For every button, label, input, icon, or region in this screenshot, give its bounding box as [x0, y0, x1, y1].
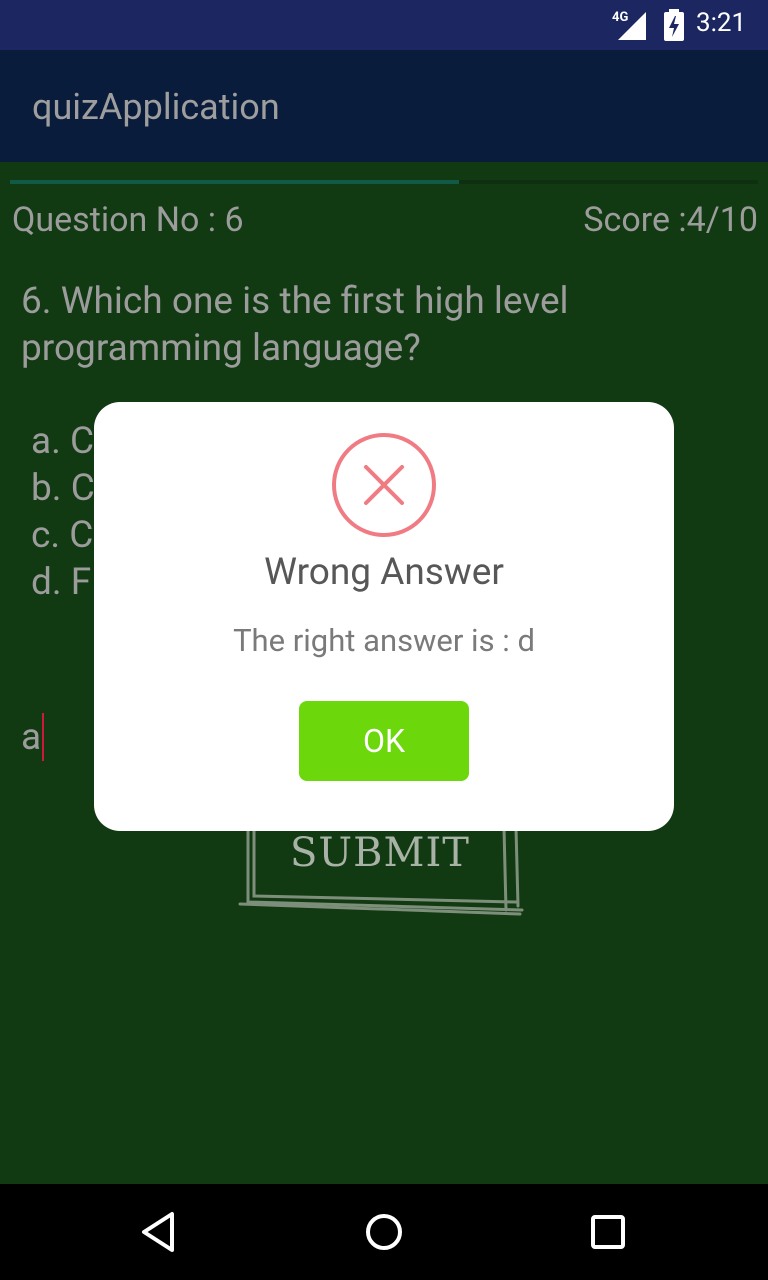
recents-icon[interactable]	[584, 1208, 632, 1256]
wrong-answer-dialog: Wrong Answer The right answer is : d OK	[94, 402, 674, 831]
ok-button[interactable]: OK	[299, 701, 469, 781]
navigation-bar	[0, 1184, 768, 1280]
dialog-title: Wrong Answer	[264, 551, 504, 594]
back-icon[interactable]	[136, 1208, 184, 1256]
home-icon[interactable]	[360, 1208, 408, 1256]
error-x-icon	[332, 433, 436, 537]
dialog-message: The right answer is : d	[233, 622, 535, 659]
